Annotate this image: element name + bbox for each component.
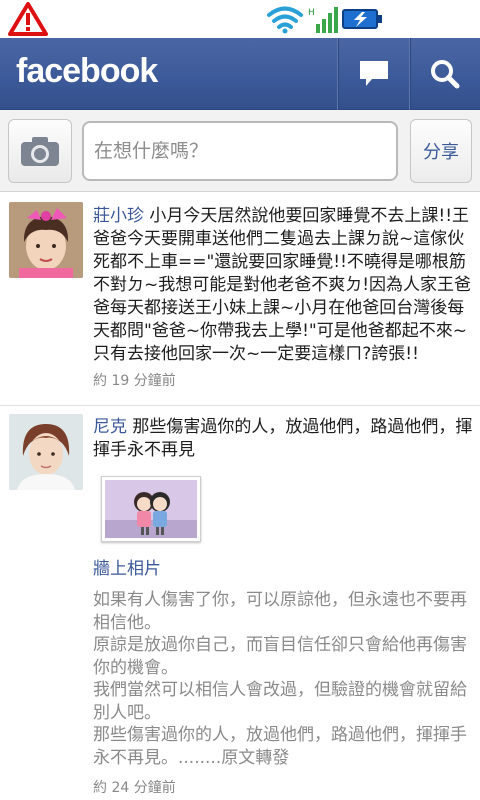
wifi-icon xyxy=(267,6,303,34)
battery-charging-icon xyxy=(342,9,382,29)
svg-text:H: H xyxy=(308,8,315,18)
feed-story[interactable]: 莊小珍 小月今天居然說他要回家睡覺不去上課!!王爸爸今天要開車送他們二隻過去上課… xyxy=(0,193,480,406)
story-body: 莊小珍 小月今天居然說他要回家睡覺不去上課!!王爸爸今天要開車送他們二隻過去上課… xyxy=(93,205,473,393)
caption-line: 我們當然可以相信人會改過，但驗證的機會就留給別人吧。 xyxy=(93,680,467,723)
messages-icon xyxy=(359,61,388,86)
avatar[interactable] xyxy=(9,414,83,490)
signal-icon: H xyxy=(308,7,338,33)
search-icon xyxy=(431,60,460,89)
caption-line: 如果有人傷害了你，可以原諒他，但永遠也不要再相信他。 xyxy=(93,590,467,633)
messages-button[interactable] xyxy=(337,38,409,110)
story-body: 尼克 那些傷害過你的人，放過他們，路過他們，揮揮手永不再見 牆上相片 如果有人傷… xyxy=(93,416,473,769)
status-bar: H xyxy=(0,0,480,38)
caption-line: 那些傷害過你的人，放過他們，路過他們，揮揮手永不再見。........原文轉發 xyxy=(93,725,467,768)
app-header: facebook xyxy=(0,38,480,110)
camera-icon xyxy=(21,137,59,166)
timestamp[interactable]: 約 19 分鐘前 xyxy=(93,370,473,393)
facebook-logo[interactable]: facebook xyxy=(16,52,158,91)
status-composer: 分享 xyxy=(0,110,480,192)
photo-caption: 如果有人傷害了你，可以原諒他，但永遠也不要再相信他。 原諒是放過你自己，而盲目信… xyxy=(93,589,473,769)
story-text: 小月今天居然說他要回家睡覺不去上課!!王爸爸今天要開車送他們二隻過去上課ㄉ說~這… xyxy=(93,206,472,364)
avatar[interactable] xyxy=(9,202,83,278)
author-name[interactable]: 莊小珍 xyxy=(93,206,144,226)
caption-line: 原諒是放過你自己，而盲目信任卻只會給他再傷害你的機會。 xyxy=(93,635,467,678)
author-name[interactable]: 尼克 xyxy=(93,417,127,437)
photo-thumbnail[interactable] xyxy=(101,476,201,542)
share-button[interactable]: 分享 xyxy=(410,119,472,183)
feed-story[interactable]: 尼克 那些傷害過你的人，放過他們，路過他們，揮揮手永不再見 牆上相片 如果有人傷… xyxy=(0,406,480,800)
status-input[interactable] xyxy=(82,121,398,181)
search-button[interactable] xyxy=(409,38,480,110)
warning-icon xyxy=(8,2,48,36)
album-link[interactable]: 牆上相片 xyxy=(93,558,473,581)
photo-button[interactable] xyxy=(8,119,72,183)
timestamp[interactable]: 約 24 分鐘前 xyxy=(93,777,176,797)
story-text: 那些傷害過你的人，放過他們，路過他們，揮揮手永不再見 xyxy=(93,417,473,460)
